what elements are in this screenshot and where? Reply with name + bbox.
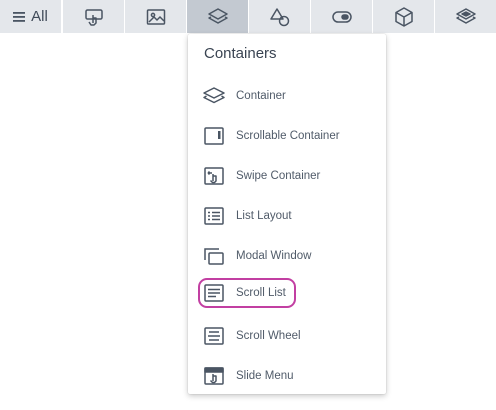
menu-item-list-layout[interactable]: List Layout bbox=[202, 201, 372, 231]
scroll-list-icon bbox=[202, 282, 226, 304]
scrollable-container-icon bbox=[202, 125, 226, 147]
tab-controls[interactable] bbox=[311, 0, 372, 33]
menu-item-label: List Layout bbox=[236, 210, 292, 222]
menu-item-label: Slide Menu bbox=[236, 370, 294, 382]
all-components-label: All bbox=[31, 8, 48, 25]
menu-item-label: Scroll List bbox=[236, 287, 286, 299]
tab-3d[interactable] bbox=[373, 0, 434, 33]
image-icon bbox=[146, 8, 165, 25]
tab-gestures[interactable] bbox=[63, 0, 124, 33]
menu-item-label: Modal Window bbox=[236, 250, 312, 262]
component-toolbar: All bbox=[0, 0, 496, 34]
menu-item-container[interactable]: Container bbox=[202, 81, 372, 111]
tab-more[interactable] bbox=[435, 0, 496, 33]
menu-item-modal-window[interactable]: Modal Window bbox=[202, 241, 372, 271]
menu-icon bbox=[13, 11, 26, 22]
layers-icon bbox=[202, 85, 226, 107]
slide-menu-icon bbox=[202, 365, 226, 387]
dropdown-title: Containers bbox=[204, 45, 277, 62]
list-layout-icon bbox=[202, 205, 226, 227]
menu-item-swipe-container[interactable]: Swipe Container bbox=[202, 161, 372, 191]
swipe-container-icon bbox=[202, 165, 226, 187]
page: All Containers Container Scrollable Cont… bbox=[0, 0, 496, 410]
shapes-icon bbox=[269, 7, 289, 26]
cube-icon bbox=[394, 6, 413, 27]
menu-item-label: Swipe Container bbox=[236, 170, 321, 182]
tab-containers[interactable] bbox=[187, 0, 248, 33]
tab-shapes[interactable] bbox=[249, 0, 310, 33]
menu-item-label: Scrollable Container bbox=[236, 130, 340, 142]
menu-item-label: Container bbox=[236, 90, 286, 102]
stack-icon bbox=[455, 7, 476, 24]
tap-gesture-icon bbox=[84, 8, 103, 26]
scroll-wheel-icon bbox=[202, 325, 226, 347]
menu-item-slide-menu[interactable]: Slide Menu bbox=[202, 361, 372, 391]
tab-media[interactable] bbox=[125, 0, 186, 33]
modal-window-icon bbox=[202, 245, 226, 267]
toggle-icon bbox=[331, 10, 352, 23]
all-components-button[interactable]: All bbox=[0, 0, 61, 33]
layers-icon bbox=[207, 7, 228, 24]
containers-dropdown: Containers Container Scrollable Containe… bbox=[188, 34, 386, 394]
menu-item-scroll-wheel[interactable]: Scroll Wheel bbox=[202, 321, 372, 351]
menu-item-scroll-list[interactable]: Scroll List bbox=[198, 278, 296, 308]
menu-item-label: Scroll Wheel bbox=[236, 330, 301, 342]
menu-item-scrollable-container[interactable]: Scrollable Container bbox=[202, 121, 372, 151]
